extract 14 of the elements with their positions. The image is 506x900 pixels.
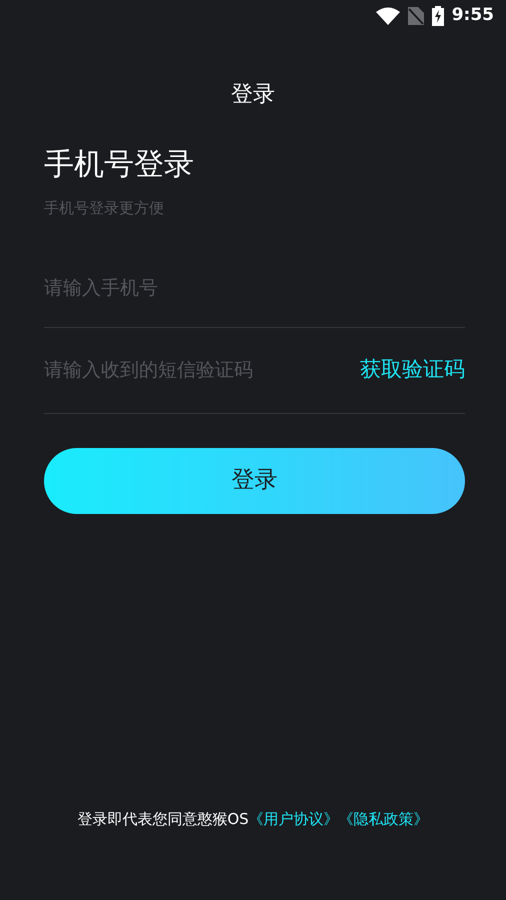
get-code-link[interactable]: 获取验证码 [360, 354, 465, 386]
no-sim-icon [408, 7, 424, 25]
phone-input-field[interactable]: 请输入手机号 [44, 274, 465, 302]
agreement-link[interactable]: 《隐私政策》 [338, 810, 429, 828]
page-title: 登录 [230, 81, 276, 109]
agreement-link[interactable]: 《用户协议》 [248, 810, 339, 828]
agreement-text: 登录即代表您同意憨猴OS《用户协议》《隐私政策》 [77, 810, 429, 828]
battery-charging-icon [432, 6, 444, 26]
login-button[interactable]: 登录 [44, 448, 465, 514]
wifi-icon [376, 7, 400, 25]
subtitle: 手机号登录更方便 [44, 198, 165, 219]
heading: 手机号登录 [44, 147, 195, 183]
code-input-field[interactable]: 请输入收到的短信验证码 [44, 356, 360, 384]
status-time: 9:55 [452, 4, 494, 28]
